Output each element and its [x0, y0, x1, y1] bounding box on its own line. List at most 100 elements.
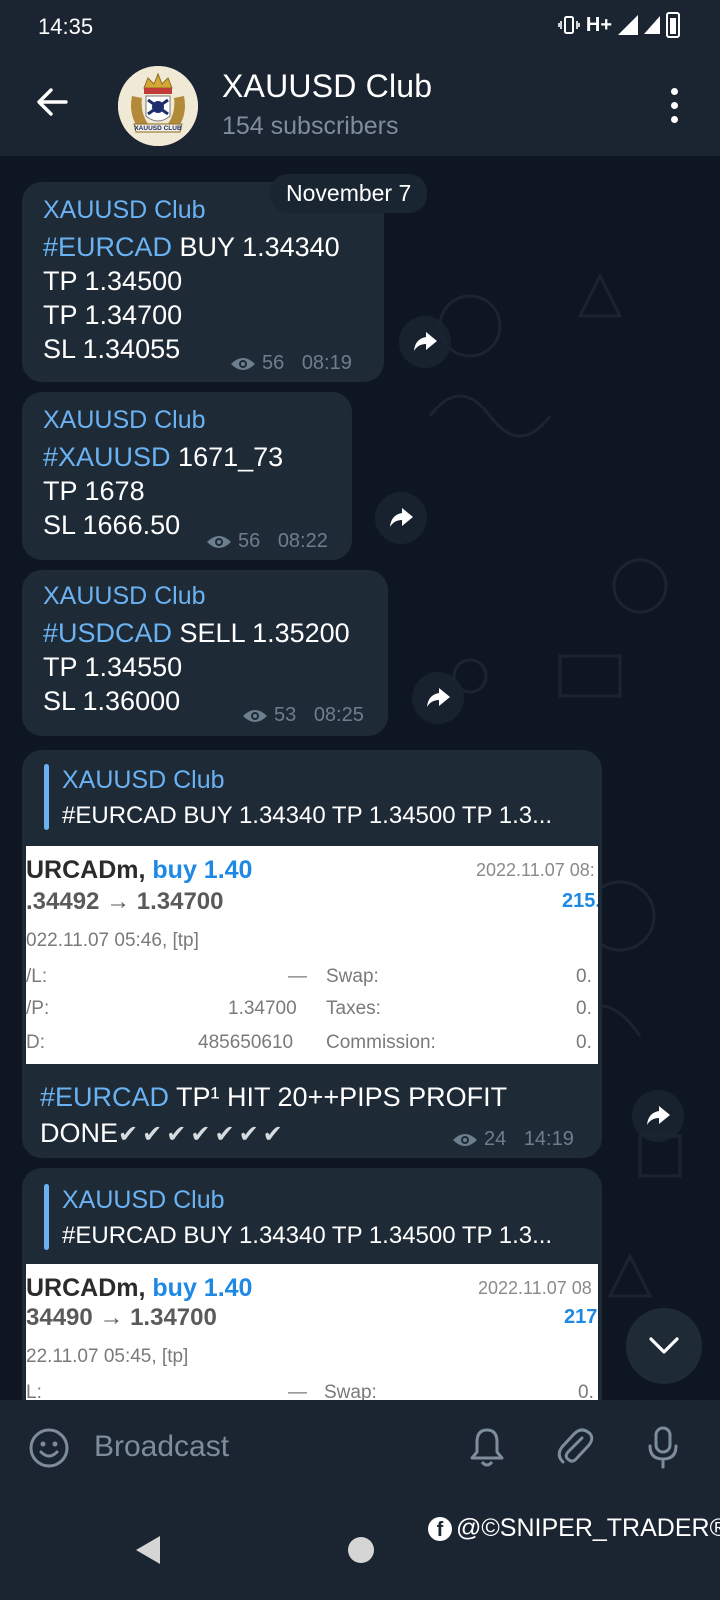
message-bubble[interactable]: XAUUSD Club #XAUUSD 1671_73 TP 1678 SL 1…	[22, 392, 352, 560]
message-meta: 24 14:19	[452, 1128, 574, 1151]
bell-icon[interactable]	[464, 1424, 510, 1470]
trade-row-value: —	[288, 1382, 307, 1400]
forward-button[interactable]	[632, 1090, 684, 1142]
hashtag-link[interactable]: #EURCAD	[43, 232, 172, 262]
message-line: TP 1678	[43, 476, 145, 506]
message-sender: XAUUSD Club	[43, 582, 206, 610]
status-bar: 14:35 H+	[0, 0, 720, 52]
trade-row-keyvalue: 0.	[578, 1382, 594, 1400]
trade-datetime: 2022.11.07 08:	[476, 860, 595, 880]
hashtag-link[interactable]: #XAUUSD	[43, 442, 171, 472]
network-type: H+	[585, 13, 612, 36]
trade-profit: 215.	[562, 890, 598, 912]
share-arrow-icon	[647, 1106, 670, 1125]
trade-datetime: 2022.11.07 08	[478, 1278, 592, 1298]
message-line: SL 1.36000	[43, 686, 181, 716]
check-emoji-row: ✔✔✔✔✔✔✔	[118, 1121, 287, 1148]
broadcast-input[interactable]: Broadcast	[94, 1430, 229, 1464]
message-text: 1671_73	[170, 442, 284, 472]
trade-row-value: 1.34700	[228, 998, 297, 1019]
microphone-icon[interactable]	[640, 1424, 686, 1470]
facebook-icon: f	[428, 1516, 452, 1541]
message-text: SELL 1.35200	[172, 618, 350, 648]
trade-row-key: Commission:	[326, 1032, 436, 1053]
caption-line: DONE✔✔✔✔✔✔✔	[40, 1116, 287, 1152]
view-count: 53	[274, 704, 297, 726]
caption-text: TP¹ HIT 20++PIPS PROFIT	[169, 1082, 508, 1112]
reply-quote-text[interactable]: #EURCAD BUY 1.34340 TP 1.34500 TP 1.3...	[62, 1222, 552, 1250]
nav-home-button[interactable]	[348, 1537, 374, 1563]
reply-quote-bar	[44, 1184, 49, 1250]
vibrate-icon	[558, 16, 580, 34]
forward-button[interactable]	[412, 672, 464, 724]
forward-button[interactable]	[399, 316, 451, 368]
watermark-text: @©SNIPER_TRADER®	[456, 1514, 720, 1542]
attach-icon[interactable]	[552, 1424, 598, 1470]
message-meta: 56 08:19	[230, 352, 352, 375]
trade-symbol: URCADm, buy 1.40	[26, 1274, 253, 1302]
system-nav-bar: f @©SNIPER_TRADER®	[0, 1496, 720, 1600]
reply-quote-bar	[44, 764, 49, 830]
share-arrow-icon	[390, 508, 413, 527]
message-sender: XAUUSD Club	[43, 406, 206, 434]
caption-line: #EURCAD TP¹ HIT 20++PIPS PROFIT	[40, 1080, 507, 1115]
message-text: BUY 1.34340	[172, 232, 340, 262]
message-time: 08:19	[301, 352, 352, 374]
reply-message-bubble[interactable]: XAUUSD Club #EURCAD BUY 1.34340 TP 1.345…	[22, 750, 602, 1158]
message-line: TP 1.34550	[43, 652, 183, 682]
reply-quote-sender[interactable]: XAUUSD Club	[62, 766, 225, 795]
message-line: #EURCAD BUY 1.34340	[43, 230, 340, 265]
trade-row-label: L:	[26, 1382, 42, 1400]
signal-icon-2	[644, 16, 660, 34]
trade-row-value: —	[288, 966, 307, 987]
date-pill: November 7	[270, 174, 428, 213]
message-bubble[interactable]: XAUUSD Club #USDCAD SELL 1.35200 TP 1.34…	[22, 570, 388, 736]
channel-avatar[interactable]: XAUUSD CLUB	[118, 66, 198, 146]
view-count: 56	[262, 352, 285, 374]
watermark: f @©SNIPER_TRADER®	[428, 1514, 720, 1543]
hashtag-link[interactable]: #EURCAD	[40, 1082, 169, 1112]
share-arrow-icon	[414, 332, 437, 351]
trade-row-label: /P:	[26, 998, 50, 1019]
trade-side: buy 1.40	[152, 1274, 253, 1302]
message-time: 08:22	[277, 530, 328, 552]
more-menu-icon[interactable]	[668, 88, 680, 124]
message-line: SL 1.34055	[43, 334, 181, 364]
hashtag-link[interactable]: #USDCAD	[43, 618, 172, 648]
chevron-down-icon	[649, 1337, 679, 1354]
trade-symbol: URCADm, buy 1.40	[26, 856, 253, 884]
forward-button[interactable]	[375, 492, 427, 544]
trade-prices: 34490 → 1.34700	[26, 1304, 217, 1331]
trade-row-value: 485650610	[198, 1032, 294, 1053]
avatar-text: XAUUSD CLUB	[134, 125, 182, 132]
chat-area[interactable]: XAUUSD Club #EURCAD BUY 1.34340 TP 1.345…	[0, 156, 720, 1400]
view-count: 56	[238, 530, 261, 552]
trade-row-keyvalue: 0.	[576, 966, 592, 987]
message-time: 08:25	[313, 704, 364, 726]
trade-screenshot[interactable]: URCADm, buy 1.40 2022.11.07 08: .34492 →…	[26, 846, 598, 1064]
trade-side: buy 1.40	[152, 856, 253, 884]
share-arrow-icon	[427, 688, 450, 707]
nav-back-button[interactable]	[136, 1536, 160, 1564]
message-meta: 56 08:22	[206, 530, 328, 553]
views-eye-icon	[231, 357, 255, 370]
caption-text: DONE	[40, 1118, 119, 1148]
back-arrow-icon[interactable]	[32, 82, 72, 122]
trade-screenshot[interactable]: URCADm, buy 1.40 2022.11.07 08 34490 → 1…	[26, 1264, 598, 1400]
status-icons: H+	[558, 12, 680, 38]
scroll-down-button[interactable]	[626, 1308, 702, 1384]
subscriber-count: 154 subscribers	[222, 112, 399, 140]
channel-title[interactable]: XAUUSD Club	[222, 68, 432, 105]
message-line: TP 1.34700	[43, 300, 183, 330]
status-time: 14:35	[38, 14, 94, 39]
reply-quote-text[interactable]: #EURCAD BUY 1.34340 TP 1.34500 TP 1.3...	[62, 802, 552, 830]
signal-icon	[618, 15, 638, 35]
trade-profit: 217.	[564, 1306, 598, 1328]
reply-message-bubble[interactable]: XAUUSD Club #EURCAD BUY 1.34340 TP 1.345…	[22, 1168, 602, 1400]
reply-quote-sender[interactable]: XAUUSD Club	[62, 1186, 225, 1215]
emoji-icon[interactable]	[28, 1427, 70, 1469]
message-sender: XAUUSD Club	[43, 196, 206, 224]
channel-logo: XAUUSD CLUB	[118, 66, 198, 146]
message-line: SL 1666.50	[43, 510, 181, 540]
view-count: 24	[484, 1128, 507, 1150]
